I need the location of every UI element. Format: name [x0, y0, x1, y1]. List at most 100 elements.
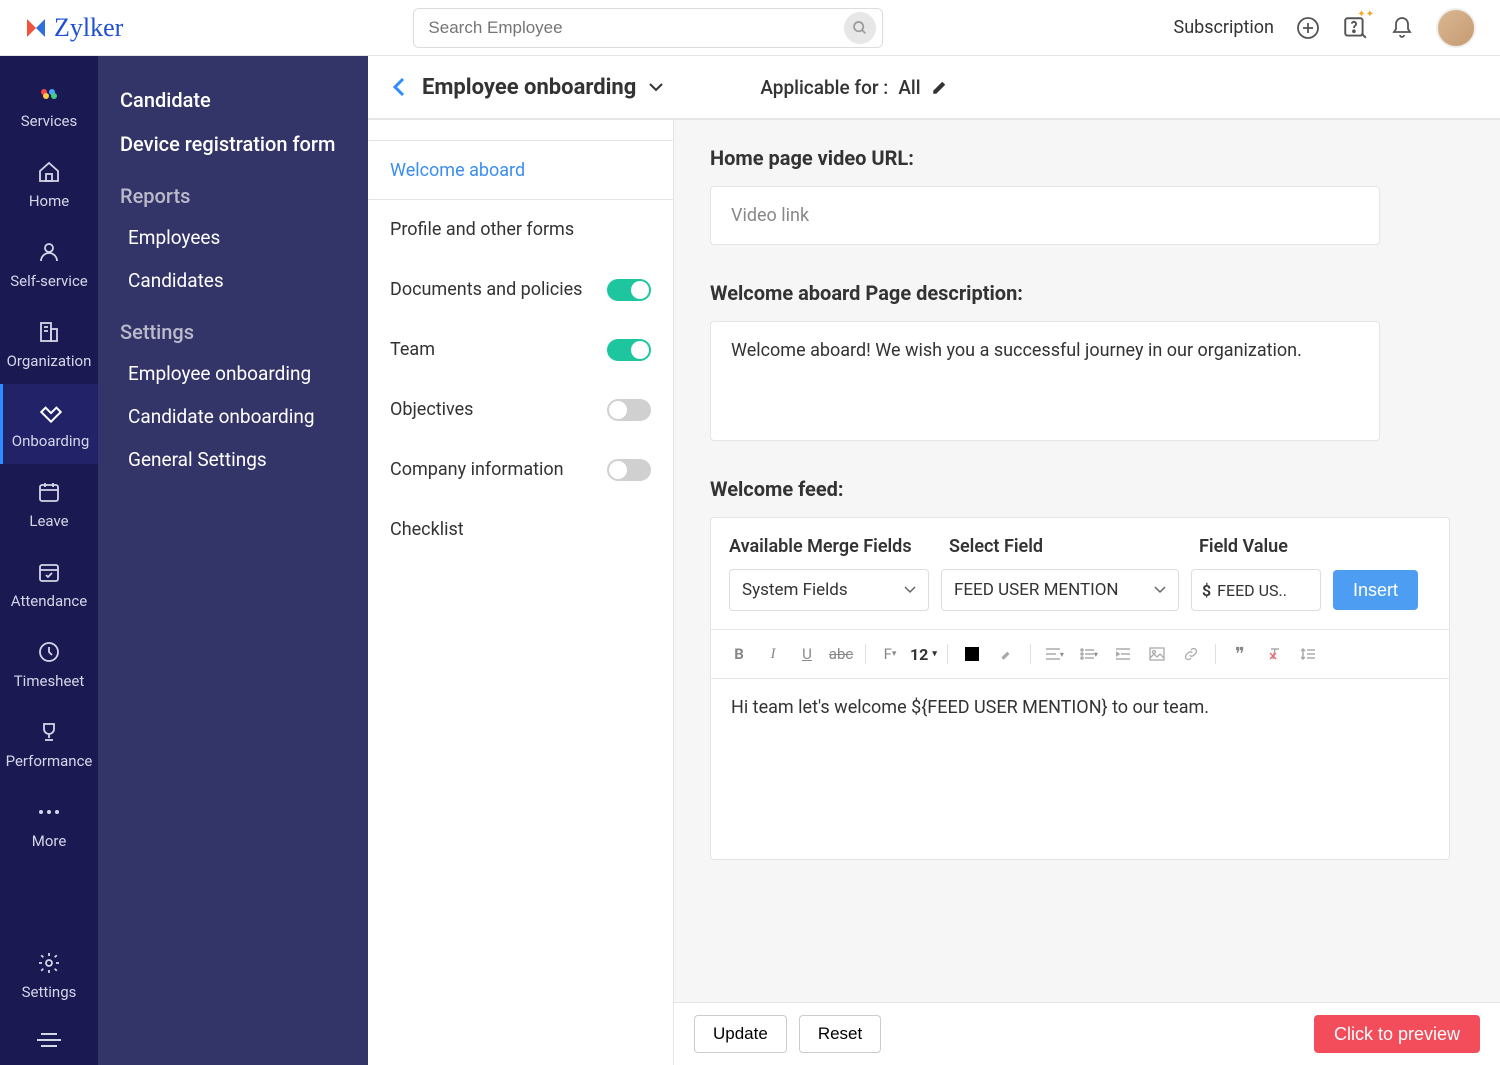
notifications-button[interactable] — [1390, 16, 1414, 40]
brand-name: Zylker — [54, 13, 123, 43]
align-button[interactable]: ▾ — [1041, 640, 1069, 668]
tab-objectives[interactable]: Objectives — [368, 380, 673, 440]
rail-self-service[interactable]: Self-service — [0, 224, 98, 304]
link-button[interactable] — [1177, 640, 1205, 668]
rail-label: Self-service — [10, 272, 88, 290]
subnav-candidates[interactable]: Candidates — [98, 259, 368, 302]
clear-format-button[interactable] — [1260, 640, 1288, 668]
bold-button[interactable]: B — [725, 640, 753, 668]
user-icon — [35, 238, 63, 266]
merge-fields-select[interactable]: System Fields — [729, 569, 929, 611]
edit-icon[interactable] — [931, 78, 949, 96]
rail-services[interactable]: Services — [0, 64, 98, 144]
fontsize-select[interactable]: 12▾ — [910, 645, 937, 664]
subnav-candidate-onboarding[interactable]: Candidate onboarding — [98, 395, 368, 438]
preview-button[interactable]: Click to preview — [1314, 1015, 1480, 1053]
insert-button[interactable]: Insert — [1333, 570, 1418, 610]
reset-button[interactable]: Reset — [799, 1015, 881, 1053]
highlight-button[interactable] — [992, 640, 1020, 668]
rail-menu-toggle[interactable] — [0, 1015, 98, 1065]
subscription-link[interactable]: Subscription — [1174, 17, 1275, 38]
clear-format-icon — [1267, 647, 1281, 661]
rail-label: Onboarding — [12, 432, 90, 450]
search-button[interactable] — [844, 12, 876, 44]
tab-checklist[interactable]: Checklist — [368, 500, 673, 560]
plus-circle-icon — [1296, 16, 1320, 40]
brand-logo[interactable]: Zylker — [24, 13, 123, 43]
subnav-candidate[interactable]: Candidate — [98, 78, 368, 122]
search-box[interactable] — [413, 8, 883, 48]
subnav-employees[interactable]: Employees — [98, 216, 368, 259]
merge-col2: Select Field — [949, 536, 1179, 557]
rail-label: Organization — [7, 352, 92, 370]
merge-col3: Field Value — [1199, 536, 1329, 557]
tab-team[interactable]: Team — [368, 320, 673, 380]
line-height-icon — [1301, 647, 1315, 661]
italic-button[interactable]: I — [759, 640, 787, 668]
rail-label: Settings — [22, 983, 77, 1001]
rail-label: Performance — [6, 752, 93, 770]
desc-textarea[interactable]: Welcome aboard! We wish you a successful… — [710, 321, 1380, 441]
back-button[interactable] — [392, 77, 406, 97]
tab-company-info[interactable]: Company information — [368, 440, 673, 500]
chevron-down-icon[interactable] — [648, 82, 664, 92]
calendar-icon — [35, 478, 63, 506]
calendar-check-icon — [35, 558, 63, 586]
menu-icon — [37, 1031, 61, 1049]
merge-panel: Available Merge Fields Select Field Fiel… — [710, 517, 1450, 860]
gear-icon — [35, 949, 63, 977]
strikethrough-button[interactable]: abc — [827, 640, 855, 668]
home-icon — [35, 158, 63, 186]
editor-toolbar: B I U abc F▾ 12▾ ▾ ▾ — [711, 630, 1449, 679]
select-field-select[interactable]: FEED USER MENTION — [941, 569, 1179, 611]
tab-documents-policies[interactable]: Documents and policies — [368, 260, 673, 320]
rail-more[interactable]: More — [0, 784, 98, 864]
rail-home[interactable]: Home — [0, 144, 98, 224]
content-header: Employee onboarding Applicable for :All — [368, 56, 1500, 120]
toggle-team[interactable] — [607, 339, 651, 361]
tab-welcome-aboard[interactable]: Welcome aboard — [368, 140, 673, 200]
rail-organization[interactable]: Organization — [0, 304, 98, 384]
dots-icon — [35, 798, 63, 826]
trophy-icon — [35, 718, 63, 746]
subnav-reports-header: Reports — [98, 166, 368, 216]
rail-leave[interactable]: Leave — [0, 464, 98, 544]
add-button[interactable] — [1296, 16, 1320, 40]
rail-label: Services — [21, 112, 78, 130]
chevron-down-icon — [904, 586, 916, 594]
feed-label: Welcome feed: — [710, 477, 1464, 501]
rail-settings[interactable]: Settings — [0, 935, 98, 1015]
building-icon — [35, 318, 63, 346]
subnav-employee-onboarding[interactable]: Employee onboarding — [98, 352, 368, 395]
toggle-documents[interactable] — [607, 279, 651, 301]
tab-profile-forms[interactable]: Profile and other forms — [368, 200, 673, 260]
search-input[interactable] — [428, 18, 844, 38]
text-color-button[interactable] — [958, 640, 986, 668]
outdent-icon — [1116, 648, 1130, 660]
subnav-device-registration[interactable]: Device registration form — [98, 122, 368, 166]
search-icon — [852, 20, 868, 36]
outdent-button[interactable] — [1109, 640, 1137, 668]
user-avatar[interactable] — [1436, 8, 1476, 48]
line-height-button[interactable] — [1294, 640, 1322, 668]
rail-performance[interactable]: Performance — [0, 704, 98, 784]
font-button[interactable]: F▾ — [876, 640, 904, 668]
video-url-label: Home page video URL: — [710, 146, 1464, 170]
image-button[interactable] — [1143, 640, 1171, 668]
underline-button[interactable]: U — [793, 640, 821, 668]
quote-button[interactable]: ❞ — [1226, 640, 1254, 668]
field-value-input[interactable]: $FEED US.. — [1191, 569, 1321, 611]
help-button[interactable]: ✦✦ — [1342, 15, 1368, 41]
rail-label: Attendance — [11, 592, 87, 610]
subnav-general-settings[interactable]: General Settings — [98, 438, 368, 481]
feed-editor[interactable]: Hi team let's welcome ${FEED USER MENTIO… — [711, 679, 1449, 859]
toggle-objectives[interactable] — [607, 399, 651, 421]
video-url-input[interactable]: Video link — [710, 186, 1380, 245]
rail-onboarding[interactable]: Onboarding — [0, 384, 98, 464]
rail-timesheet[interactable]: Timesheet — [0, 624, 98, 704]
sub-navigation: Candidate Device registration form Repor… — [98, 56, 368, 1065]
list-button[interactable]: ▾ — [1075, 640, 1103, 668]
rail-attendance[interactable]: Attendance — [0, 544, 98, 624]
toggle-company-info[interactable] — [607, 459, 651, 481]
update-button[interactable]: Update — [694, 1015, 787, 1053]
